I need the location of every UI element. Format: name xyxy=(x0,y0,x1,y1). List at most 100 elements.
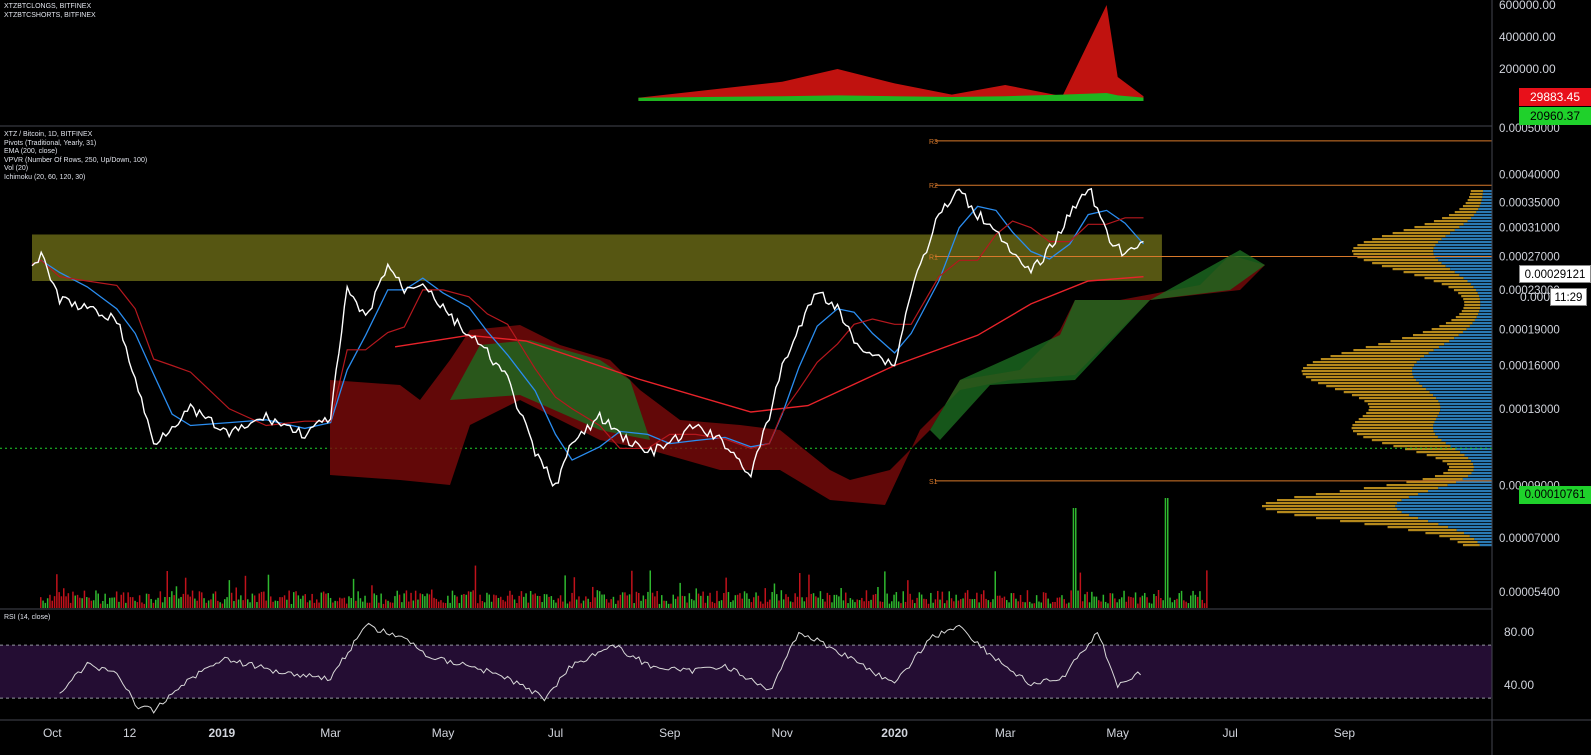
volume-bar xyxy=(355,600,357,608)
volume-bar xyxy=(808,574,810,608)
vpvr-row-down xyxy=(1408,496,1492,499)
volume-bar xyxy=(493,594,495,608)
volume-bar xyxy=(83,590,86,608)
vpvr-row-down xyxy=(1469,325,1492,328)
volume-bar xyxy=(792,602,794,608)
volume-bar xyxy=(178,598,180,608)
volume-bar xyxy=(1148,602,1151,608)
volume-bar xyxy=(198,591,201,608)
volume-bar xyxy=(235,587,237,608)
vpvr-row-up xyxy=(1364,400,1439,403)
volume-bar xyxy=(529,590,532,608)
legend-ichimoku[interactable]: Ichimoku (20, 60, 120, 30) xyxy=(4,174,147,183)
volume-bar xyxy=(391,602,394,608)
legend-symbol[interactable]: XTZ / Bitcoin, 1D, BITFINEX xyxy=(4,131,147,140)
volume-bar xyxy=(421,594,424,608)
vpvr-row-up xyxy=(1340,520,1429,523)
volume-bar xyxy=(1127,596,1130,608)
volume-bar xyxy=(585,596,587,608)
legend-rsi[interactable]: RSI (14, close) xyxy=(4,614,50,623)
volume-bar xyxy=(109,597,111,608)
volume-bar xyxy=(352,578,355,608)
volume-bar xyxy=(518,595,520,608)
vpvr-row-up xyxy=(1382,442,1446,445)
volume-bar xyxy=(403,593,405,608)
volume-bar xyxy=(801,597,803,608)
vpvr-row-down xyxy=(1416,361,1492,364)
legend-vpvr[interactable]: VPVR (Number Of Rows, 250, Up/Down, 100) xyxy=(4,157,147,166)
vpvr-row-up xyxy=(1422,478,1463,481)
volume-bar xyxy=(483,602,486,608)
vpvr-row-down xyxy=(1480,304,1492,307)
volume-bar xyxy=(870,599,872,608)
vpvr-row-up xyxy=(1467,199,1482,202)
legend-ema[interactable]: EMA (200, close) xyxy=(4,148,147,157)
vpvr-row-down xyxy=(1418,493,1492,496)
volume-bar xyxy=(1047,598,1049,608)
volume-bar xyxy=(941,591,944,608)
volume-bar xyxy=(612,596,615,608)
volume-bar xyxy=(594,597,596,608)
volume-bar xyxy=(95,590,97,608)
vpvr-row-up xyxy=(1392,232,1451,235)
volume-bar xyxy=(541,602,543,608)
volume-bar xyxy=(127,592,129,608)
volume-bar xyxy=(615,603,617,608)
vpvr-row-up xyxy=(1453,289,1477,292)
vpvr-row-down xyxy=(1450,268,1492,271)
pivot-label-r1: R1 xyxy=(929,254,938,261)
volume-bar xyxy=(1201,599,1203,608)
volume-bar xyxy=(1019,594,1022,608)
volume-bar xyxy=(267,574,270,608)
volume-bar xyxy=(210,599,212,608)
vpvr-row-up xyxy=(1448,286,1474,289)
volume-bar xyxy=(490,601,493,608)
time-axis-label: 12 xyxy=(123,726,137,740)
volume-bar xyxy=(424,596,426,608)
volume-bar xyxy=(205,602,208,608)
volume-bar xyxy=(129,597,132,608)
volume-bar xyxy=(907,580,909,608)
price-axis-label: 0.00005400 xyxy=(1499,587,1560,599)
volume-bar xyxy=(617,600,619,608)
vpvr-row-down xyxy=(1428,490,1492,493)
volume-bar xyxy=(539,596,541,608)
time-axis-label: Mar xyxy=(320,726,341,740)
volume-bar xyxy=(1086,591,1088,608)
volume-bar xyxy=(460,594,463,608)
volume-bar xyxy=(152,602,155,608)
vpvr-row-down xyxy=(1464,454,1492,457)
vpvr-row-down xyxy=(1439,403,1492,406)
volume-bar xyxy=(964,592,967,608)
volume-bar xyxy=(868,601,870,608)
vpvr-row-up xyxy=(1363,259,1439,262)
volume-bar xyxy=(90,600,93,608)
volume-bar xyxy=(1107,603,1109,608)
legend-pivots[interactable]: Pivots (Traditional, Yearly, 31) xyxy=(4,140,147,149)
volume-bar xyxy=(943,603,946,608)
volume-bar xyxy=(589,602,592,608)
volume-bar xyxy=(417,599,419,608)
vpvr-row-down xyxy=(1434,421,1492,424)
volume-bar xyxy=(1035,595,1038,608)
vpvr-row-down xyxy=(1482,193,1492,196)
vpvr-row-down xyxy=(1483,190,1492,193)
price-axis-label: 0.00031000 xyxy=(1499,223,1560,235)
volume-bar xyxy=(1104,601,1107,608)
price-axis-label: 0.00016000 xyxy=(1499,361,1560,373)
volume-bar xyxy=(605,599,608,608)
vpvr-row-down xyxy=(1397,508,1492,511)
volume-bar xyxy=(1077,590,1079,608)
legend-vol[interactable]: Vol (20) xyxy=(4,165,147,174)
vpvr-row-down xyxy=(1462,478,1492,481)
volume-bar xyxy=(458,603,461,608)
volume-bar xyxy=(76,594,79,608)
volume-bar xyxy=(930,592,932,608)
volume-bar xyxy=(831,602,833,608)
vpvr-row-down xyxy=(1476,211,1492,214)
time-axis-label: Sep xyxy=(659,726,681,740)
volume-bar xyxy=(909,593,911,608)
volume-bar xyxy=(815,596,817,608)
volume-bar xyxy=(916,597,918,608)
volume-bar xyxy=(405,590,408,608)
